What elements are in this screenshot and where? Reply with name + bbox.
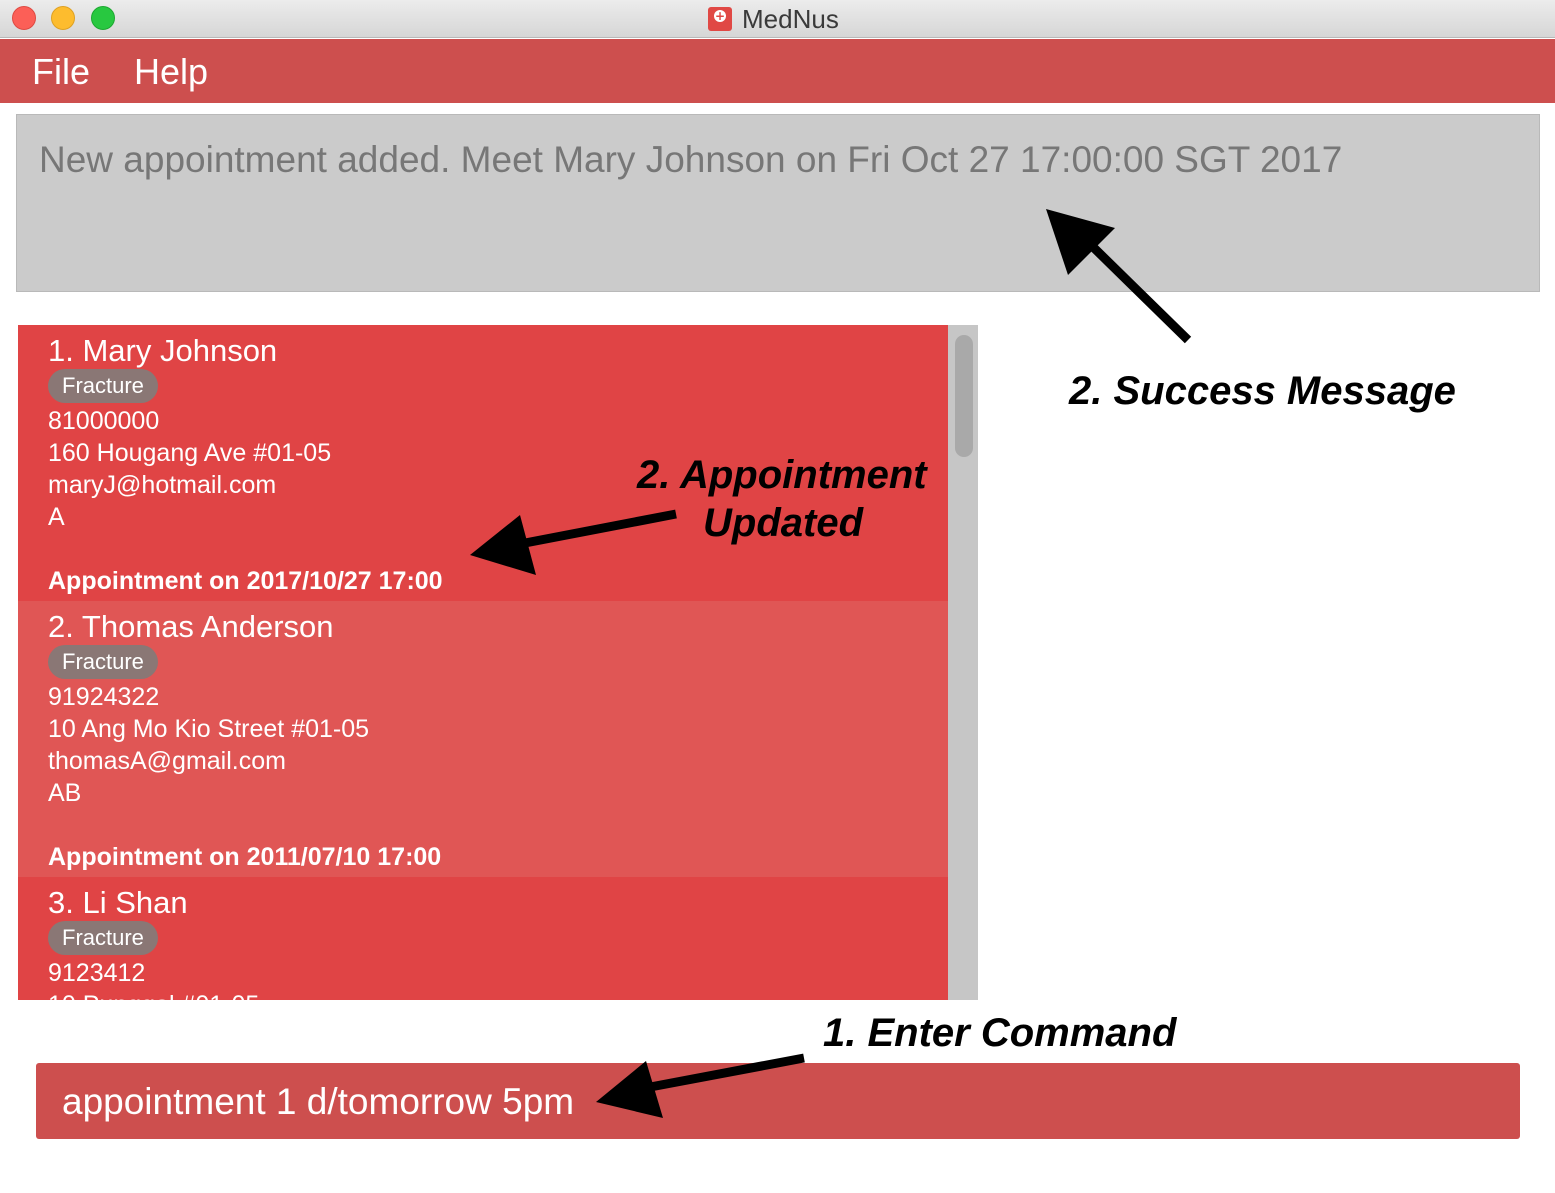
person-email: maryJ@hotmail.com: [48, 471, 277, 499]
close-window-button[interactable]: [12, 6, 36, 30]
app-icon: [708, 7, 732, 31]
person-blood-type: A: [48, 503, 65, 531]
person-phone: 9123412: [48, 959, 146, 987]
person-blood-type: AB: [48, 779, 82, 807]
person-phone: 91924322: [48, 683, 160, 711]
minimize-window-button[interactable]: [51, 6, 75, 30]
person-phone: 81000000: [48, 407, 160, 435]
tag-badge: Fracture: [48, 645, 158, 679]
menu-help[interactable]: Help: [134, 51, 208, 93]
person-address: 10 Punggol #01-05: [48, 991, 259, 1000]
scrollbar-thumb[interactable]: [955, 335, 973, 457]
maximize-window-button[interactable]: [91, 6, 115, 30]
person-card[interactable]: 2. Thomas Anderson Fracture 91924322 10 …: [18, 601, 948, 877]
window-title: MedNus: [708, 3, 839, 34]
person-name: 3. Li Shan: [48, 885, 188, 920]
person-card[interactable]: 3. Li Shan Fracture 9123412 10 Punggol #…: [18, 877, 948, 1000]
person-list[interactable]: 1. Mary Johnson Fracture 81000000 160 Ho…: [18, 325, 948, 1000]
annotation-success-message: 2. Success Message: [1069, 369, 1456, 413]
tag-badge: Fracture: [48, 921, 158, 955]
command-box[interactable]: appointment 1 d/tomorrow 5pm: [36, 1063, 1520, 1139]
list-scrollbar[interactable]: [948, 325, 978, 1000]
person-appointment: Appointment on 2011/07/10 17:00: [48, 843, 442, 871]
result-message: New appointment added. Meet Mary Johnson…: [39, 139, 1343, 180]
person-email: thomasA@gmail.com: [48, 747, 286, 775]
menu-file[interactable]: File: [32, 51, 90, 93]
title-bar: MedNus: [0, 0, 1555, 38]
person-address: 10 Ang Mo Kio Street #01-05: [48, 715, 370, 743]
person-name: 1. Mary Johnson: [48, 333, 278, 368]
menu-bar: File Help: [0, 39, 1555, 103]
window-title-text: MedNus: [742, 3, 839, 34]
person-name: 2. Thomas Anderson: [48, 609, 334, 644]
annotation-appointment-updated-line2: Updated: [703, 501, 863, 545]
tag-badge: Fracture: [48, 369, 158, 403]
result-display: New appointment added. Meet Mary Johnson…: [16, 114, 1540, 292]
annotation-enter-command: 1. Enter Command: [823, 1011, 1177, 1055]
person-appointment: Appointment on 2017/10/27 17:00: [48, 567, 443, 595]
annotation-appointment-updated: 2. Appointment: [637, 453, 927, 497]
person-address: 160 Hougang Ave #01-05: [48, 439, 332, 467]
command-input[interactable]: appointment 1 d/tomorrow 5pm: [62, 1081, 574, 1123]
